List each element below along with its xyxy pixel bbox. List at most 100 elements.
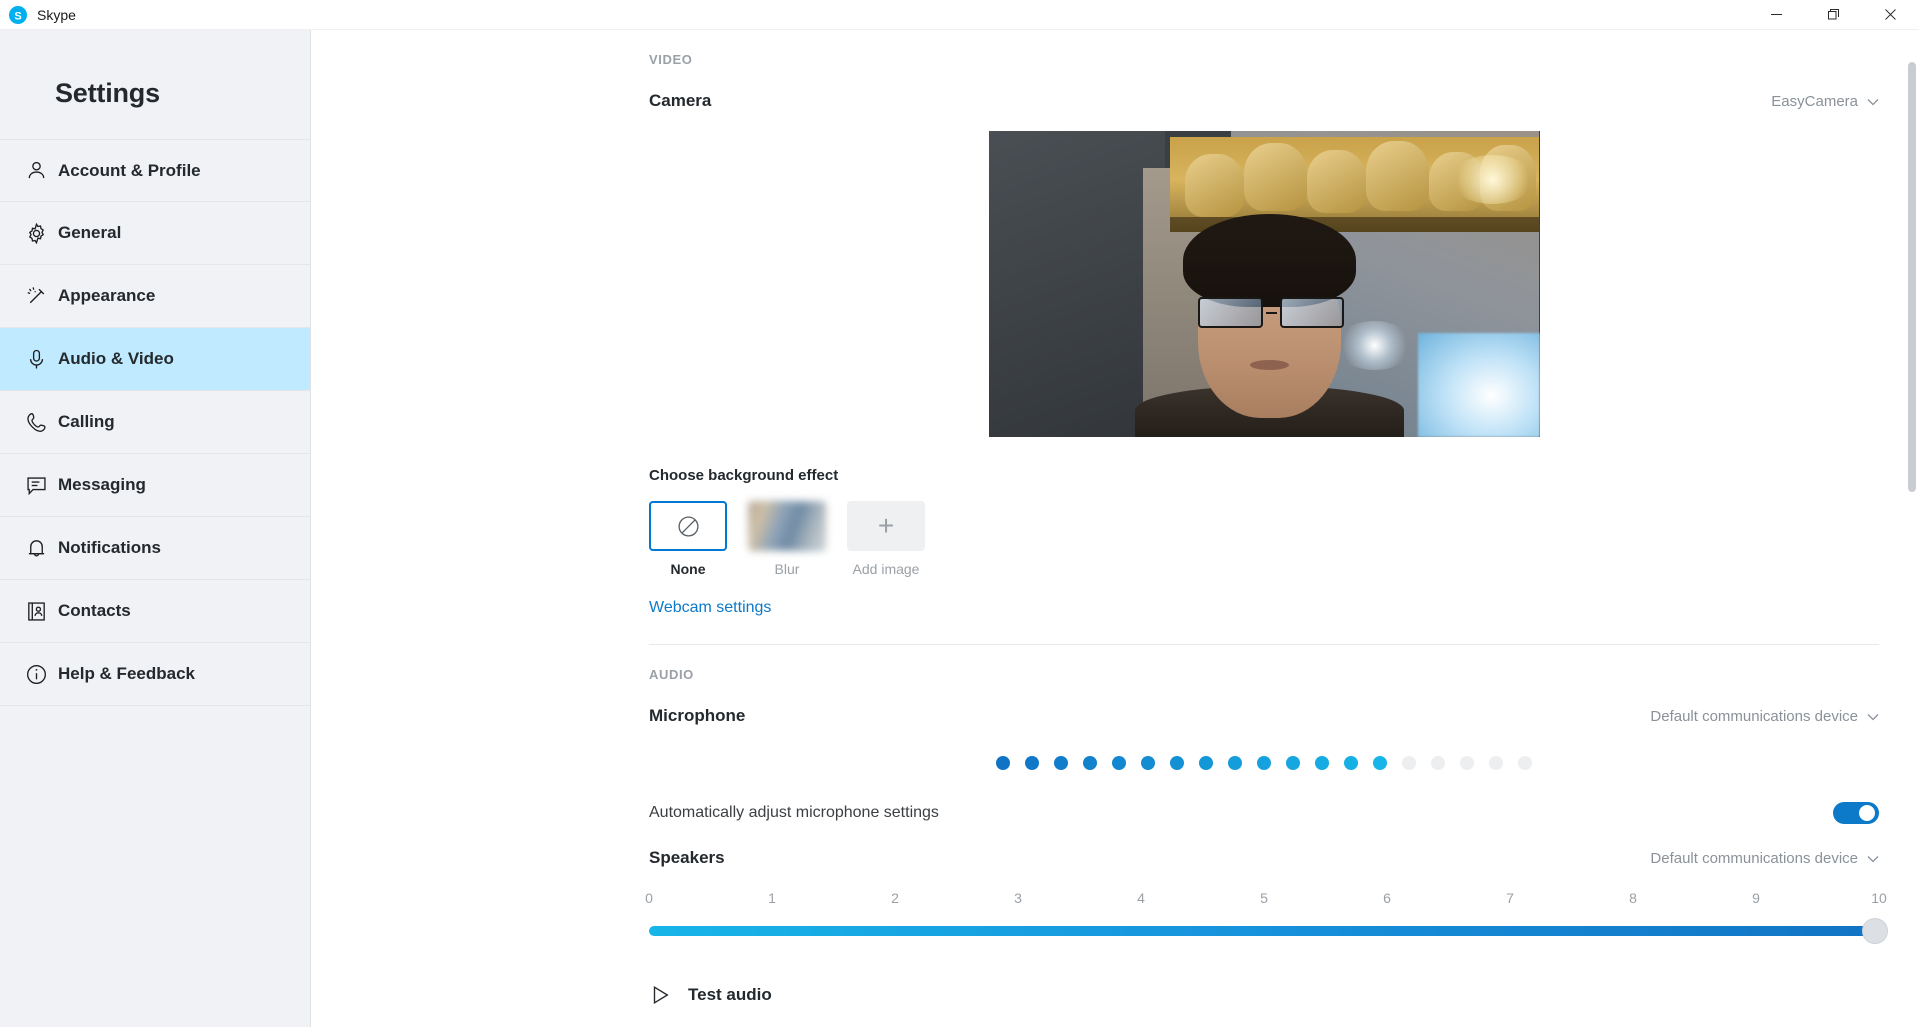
background-option-label: None bbox=[670, 561, 706, 577]
background-option-none[interactable]: None bbox=[649, 501, 727, 577]
mic-level-dot-filled bbox=[1257, 756, 1271, 770]
camera-preview bbox=[988, 131, 1540, 437]
window-title: Skype bbox=[37, 6, 76, 23]
sidebar-item-label: Account & Profile bbox=[58, 160, 201, 180]
background-option-add-image[interactable]: + Add image bbox=[847, 501, 925, 577]
volume-slider-handle[interactable] bbox=[1862, 918, 1888, 944]
sidebar-item-label: Notifications bbox=[58, 538, 161, 557]
chat-bubble-icon bbox=[14, 474, 58, 497]
info-circle-icon bbox=[14, 663, 58, 686]
camera-row: Camera EasyCamera bbox=[649, 91, 1879, 111]
content-scrollbar[interactable] bbox=[1905, 60, 1919, 1027]
mic-level-dot-filled bbox=[1025, 756, 1039, 770]
preview-sack bbox=[1365, 140, 1429, 212]
mic-level-dot-empty bbox=[1431, 756, 1445, 770]
mic-level-dot-filled bbox=[1112, 756, 1126, 770]
settings-content: VIDEO Camera EasyCamera Choose backgroun… bbox=[311, 30, 1919, 1027]
mic-level-dot-empty bbox=[1489, 756, 1503, 770]
test-audio-button[interactable]: Test audio bbox=[649, 984, 1879, 1006]
sidebar-item-label: General bbox=[58, 223, 122, 242]
address-book-icon bbox=[14, 600, 58, 623]
sidebar-item-label: Messaging bbox=[58, 475, 146, 494]
sidebar-item-contacts[interactable]: Contacts bbox=[0, 580, 310, 643]
settings-sidebar: Settings Account & Profile General Appea… bbox=[0, 30, 311, 1027]
test-audio-label: Test audio bbox=[688, 985, 772, 1004]
toggle-knob bbox=[1859, 805, 1875, 821]
sidebar-item-label: Contacts bbox=[58, 601, 131, 620]
no-effect-icon bbox=[677, 515, 699, 537]
volume-tick-label: 0 bbox=[645, 890, 653, 906]
webcam-settings-link[interactable]: Webcam settings bbox=[649, 599, 771, 617]
background-option-blur-thumb[interactable] bbox=[748, 501, 826, 551]
sidebar-item-account-profile[interactable]: Account & Profile bbox=[0, 139, 310, 202]
sidebar-item-notifications[interactable]: Notifications bbox=[0, 517, 310, 580]
close-button[interactable] bbox=[1862, 0, 1919, 30]
minimize-button[interactable] bbox=[1748, 0, 1805, 30]
camera-preview-container bbox=[649, 131, 1879, 437]
audio-video-panel: VIDEO Camera EasyCamera Choose backgroun… bbox=[645, 30, 1888, 1006]
chevron-down-icon bbox=[1867, 98, 1879, 105]
microphone-device-dropdown[interactable]: Default communications device bbox=[1650, 708, 1879, 725]
sidebar-item-calling[interactable]: Calling bbox=[0, 391, 310, 454]
volume-slider-track[interactable] bbox=[649, 926, 1879, 936]
close-icon bbox=[1885, 9, 1896, 20]
mic-level-dot-filled bbox=[1344, 756, 1358, 770]
mic-level-dot-filled bbox=[1373, 756, 1387, 770]
auto-adjust-toggle[interactable] bbox=[1833, 802, 1879, 824]
plus-icon: + bbox=[877, 510, 895, 541]
title-bar: S Skype bbox=[0, 0, 1919, 30]
volume-tick-labels: 0 1 2 3 4 5 6 7 8 9 10 bbox=[645, 890, 1887, 912]
background-option-none-thumb[interactable] bbox=[649, 501, 727, 551]
volume-tick-label: 8 bbox=[1629, 890, 1637, 906]
mic-level-dot-filled bbox=[1170, 756, 1184, 770]
mic-level-dot-filled bbox=[1286, 756, 1300, 770]
svg-text:S: S bbox=[14, 10, 21, 22]
sidebar-item-help-feedback[interactable]: Help & Feedback bbox=[0, 643, 310, 706]
sidebar-item-label: Audio & Video bbox=[58, 349, 174, 368]
background-option-blur[interactable]: Blur bbox=[748, 501, 826, 577]
microphone-device-value: Default communications device bbox=[1650, 708, 1858, 725]
background-option-label: Add image bbox=[852, 561, 920, 577]
mic-level-dot-filled bbox=[1228, 756, 1242, 770]
gear-icon bbox=[14, 222, 58, 245]
volume-tick-label: 1 bbox=[768, 890, 776, 906]
chevron-down-icon bbox=[1867, 713, 1879, 720]
microphone-label: Microphone bbox=[649, 706, 746, 725]
preview-person-mouth bbox=[1249, 359, 1290, 371]
microphone-level-meter bbox=[649, 756, 1879, 770]
speakers-device-dropdown[interactable]: Default communications device bbox=[1650, 850, 1879, 867]
play-icon bbox=[653, 985, 669, 1005]
background-option-add-image-thumb[interactable]: + bbox=[847, 501, 925, 551]
page-title: Settings bbox=[55, 78, 160, 108]
sidebar-item-label: Help & Feedback bbox=[58, 664, 195, 683]
mic-level-dot-filled bbox=[1315, 756, 1329, 770]
preview-bright-screen bbox=[1418, 332, 1540, 437]
volume-tick-label: 5 bbox=[1260, 890, 1268, 906]
phone-icon bbox=[14, 411, 58, 434]
maximize-button[interactable] bbox=[1805, 0, 1862, 30]
volume-tick-label: 2 bbox=[891, 890, 899, 906]
video-section-label: VIDEO bbox=[649, 52, 693, 67]
mic-level-dot-empty bbox=[1460, 756, 1474, 770]
camera-device-dropdown[interactable]: EasyCamera bbox=[1771, 93, 1879, 110]
preview-person-glasses bbox=[1198, 297, 1345, 328]
window-body: Settings Account & Profile General Appea… bbox=[0, 30, 1919, 1027]
preview-wall-left bbox=[988, 131, 1165, 437]
auto-adjust-row: Automatically adjust microphone settings bbox=[649, 802, 1879, 824]
scrollbar-thumb[interactable] bbox=[1908, 62, 1916, 492]
volume-tick-label: 9 bbox=[1752, 890, 1760, 906]
volume-slider[interactable] bbox=[649, 918, 1888, 944]
speakers-device-value: Default communications device bbox=[1650, 850, 1858, 867]
preview-sack bbox=[1244, 142, 1307, 212]
sidebar-item-label: Appearance bbox=[58, 286, 156, 305]
volume-tick-label: 4 bbox=[1137, 890, 1145, 906]
sidebar-item-appearance[interactable]: Appearance bbox=[0, 265, 310, 328]
preview-person bbox=[1134, 204, 1405, 437]
skype-settings-window: S Skype Settings Account & Profile Gener… bbox=[0, 0, 1919, 1027]
preview-person-hair bbox=[1183, 213, 1356, 307]
sidebar-item-general[interactable]: General bbox=[0, 202, 310, 265]
sidebar-item-audio-video[interactable]: Audio & Video bbox=[0, 328, 310, 391]
background-option-label: Blur bbox=[774, 561, 800, 577]
volume-tick-label: 10 bbox=[1871, 890, 1887, 906]
sidebar-item-messaging[interactable]: Messaging bbox=[0, 454, 310, 517]
